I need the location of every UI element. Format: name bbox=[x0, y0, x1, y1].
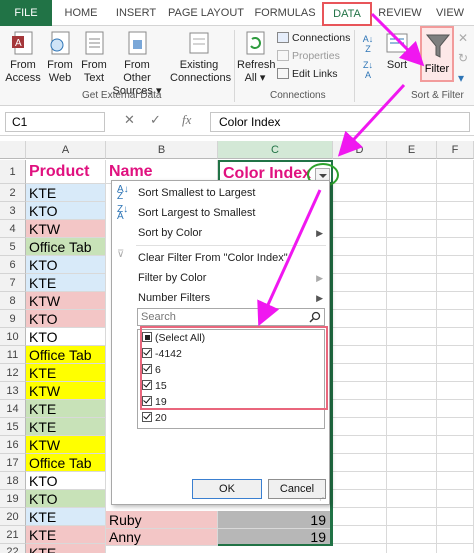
arrow-dropdown-to-list bbox=[257, 189, 322, 327]
arrow-data-to-filter bbox=[370, 12, 425, 67]
annotation-arrows bbox=[257, 12, 425, 327]
arrow-filter-to-dropdown bbox=[337, 83, 406, 157]
